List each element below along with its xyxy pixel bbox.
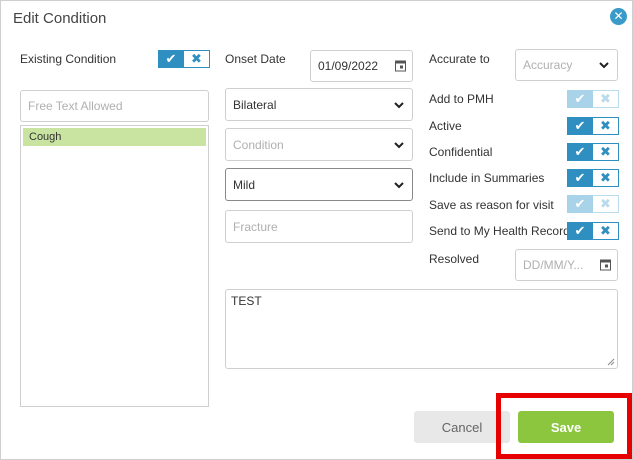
close-icon[interactable]: ✕ xyxy=(610,8,627,25)
onset-date-label: Onset Date xyxy=(225,52,286,66)
calendar-icon[interactable] xyxy=(395,60,406,72)
onset-date-field[interactable]: 01/09/2022 xyxy=(310,50,413,82)
chevron-down-icon xyxy=(394,101,404,108)
existing-condition-label: Existing Condition xyxy=(20,52,117,66)
resolved-placeholder: DD/MM/Y... xyxy=(523,258,584,272)
cross-icon[interactable]: ✖ xyxy=(593,143,619,161)
notes-value: TEST xyxy=(231,294,262,308)
cross-icon[interactable]: ✖ xyxy=(184,50,210,68)
resolved-date-field[interactable]: DD/MM/Y... xyxy=(515,249,618,281)
resize-handle-icon[interactable] xyxy=(607,358,615,366)
cross-icon[interactable]: ✖ xyxy=(593,195,619,213)
resolved-label: Resolved xyxy=(429,252,480,266)
send-to-my-health-record-label: Send to My Health Record xyxy=(429,224,570,238)
fracture-input[interactable]: Fracture xyxy=(225,210,413,243)
chevron-down-icon xyxy=(394,141,404,148)
add-to-pmh-label: Add to PMH xyxy=(429,92,494,106)
severity-select[interactable]: Mild xyxy=(225,168,413,201)
save-as-reason-toggle[interactable]: ✔ ✖ xyxy=(567,195,619,213)
accuracy-placeholder: Accuracy xyxy=(523,58,573,72)
check-icon[interactable]: ✔ xyxy=(567,169,593,187)
onset-date-value: 01/09/2022 xyxy=(318,59,379,73)
existing-condition-toggle[interactable]: ✔ ✖ xyxy=(158,50,210,68)
save-highlight-box xyxy=(496,393,632,459)
edit-condition-dialog: Edit Condition ✕ Existing Condition ✔ ✖ … xyxy=(0,0,633,460)
cross-icon[interactable]: ✖ xyxy=(593,117,619,135)
condition-select[interactable]: Condition xyxy=(225,128,413,161)
chevron-down-icon xyxy=(394,181,404,188)
accuracy-select[interactable]: Accuracy xyxy=(515,49,618,81)
cross-icon[interactable]: ✖ xyxy=(593,222,619,240)
fracture-placeholder: Fracture xyxy=(233,219,278,234)
active-label: Active xyxy=(429,119,462,133)
notes-textarea[interactable]: TEST xyxy=(225,289,618,369)
chevron-down-icon xyxy=(599,62,609,69)
condition-placeholder: Condition xyxy=(233,137,284,152)
check-icon[interactable]: ✔ xyxy=(567,143,593,161)
laterality-select[interactable]: Bilateral xyxy=(225,88,413,121)
check-icon[interactable]: ✔ xyxy=(567,222,593,240)
check-icon[interactable]: ✔ xyxy=(567,195,593,213)
cross-icon[interactable]: ✖ xyxy=(593,90,619,108)
laterality-value: Bilateral xyxy=(233,97,277,112)
add-to-pmh-toggle[interactable]: ✔ ✖ xyxy=(567,90,619,108)
dialog-title: Edit Condition xyxy=(13,10,107,27)
cross-icon[interactable]: ✖ xyxy=(593,169,619,187)
list-item[interactable]: Cough xyxy=(23,128,206,146)
save-as-reason-label: Save as reason for visit xyxy=(429,198,554,212)
check-icon[interactable]: ✔ xyxy=(158,50,184,68)
active-toggle[interactable]: ✔ ✖ xyxy=(567,117,619,135)
confidential-label: Confidential xyxy=(429,145,493,159)
calendar-icon[interactable] xyxy=(600,259,611,271)
check-icon[interactable]: ✔ xyxy=(567,117,593,135)
send-to-my-health-record-toggle[interactable]: ✔ ✖ xyxy=(567,222,619,240)
check-icon[interactable]: ✔ xyxy=(567,90,593,108)
confidential-toggle[interactable]: ✔ ✖ xyxy=(567,143,619,161)
severity-value: Mild xyxy=(233,177,256,192)
condition-list[interactable]: Cough xyxy=(20,125,209,407)
free-text-placeholder: Free Text Allowed xyxy=(28,99,123,113)
free-text-input[interactable]: Free Text Allowed xyxy=(20,90,209,122)
include-in-summaries-label: Include in Summaries xyxy=(429,171,545,185)
include-in-summaries-toggle[interactable]: ✔ ✖ xyxy=(567,169,619,187)
accurate-to-label: Accurate to xyxy=(429,52,490,66)
